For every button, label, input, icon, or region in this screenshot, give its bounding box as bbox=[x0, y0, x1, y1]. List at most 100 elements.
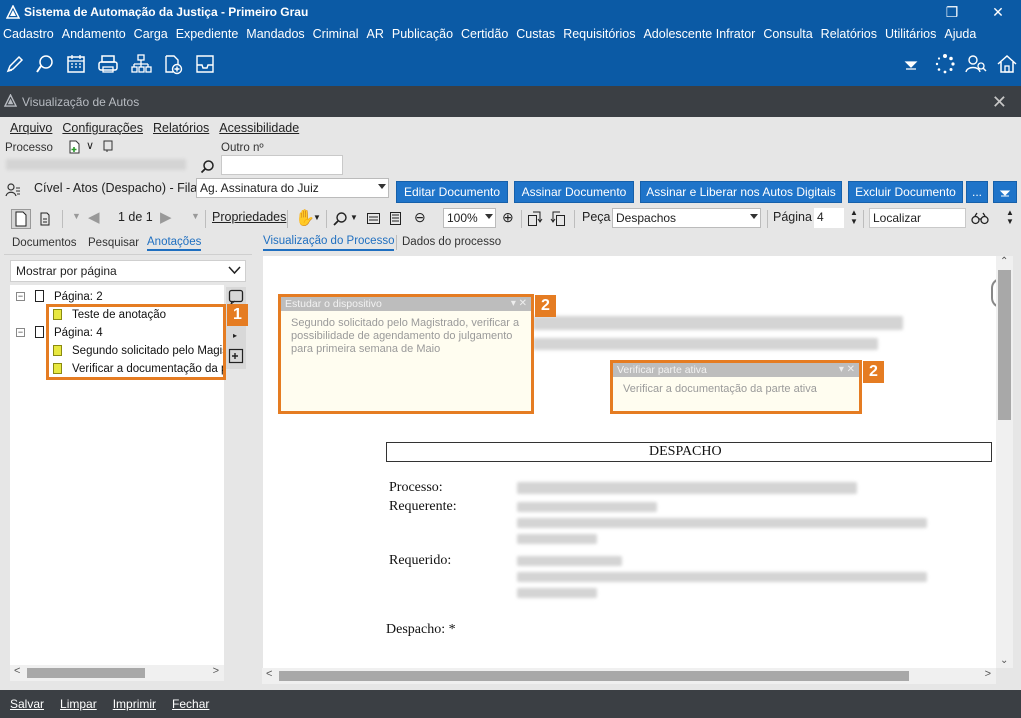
menu-expediente[interactable]: Expediente bbox=[173, 27, 244, 41]
menu-custas[interactable]: Custas bbox=[513, 27, 560, 41]
sticky-note-body[interactable]: Segundo solicitado pelo Magistrado, veri… bbox=[281, 311, 531, 362]
add-document-icon[interactable] bbox=[162, 53, 184, 75]
menu-criminal[interactable]: Criminal bbox=[310, 27, 364, 41]
scroll-thumb[interactable] bbox=[998, 270, 1011, 420]
menu-arquivo[interactable]: Arquivo bbox=[10, 121, 52, 135]
org-chart-icon[interactable] bbox=[130, 53, 152, 75]
tab-anotacoes[interactable]: Anotações bbox=[147, 236, 202, 251]
horizontal-scrollbar[interactable]: < > bbox=[262, 668, 996, 684]
collapse-icon[interactable]: − bbox=[16, 292, 25, 301]
horizontal-scrollbar[interactable]: < > bbox=[10, 665, 224, 681]
scroll-right-icon[interactable]: > bbox=[213, 665, 219, 677]
clear-button[interactable]: Limpar bbox=[60, 697, 97, 711]
menu-ar[interactable]: AR bbox=[364, 27, 389, 41]
search-icon[interactable] bbox=[200, 159, 215, 174]
last-page-icon[interactable]: ▼ bbox=[191, 211, 200, 221]
menu-mandados[interactable]: Mandados bbox=[243, 27, 309, 41]
close-button[interactable]: Fechar bbox=[172, 697, 209, 711]
sign-document-button[interactable]: Assinar Documento bbox=[514, 181, 634, 203]
menu-carga[interactable]: Carga bbox=[131, 27, 173, 41]
sticky-controls-icon[interactable]: ▾ ✕ bbox=[511, 297, 527, 311]
print-icon[interactable] bbox=[97, 53, 119, 75]
sticky-note-header[interactable]: Verificar parte ativa ▾ ✕ bbox=[613, 363, 859, 377]
piece-select[interactable]: Despachos bbox=[612, 208, 761, 228]
dropdown-arrow-icon[interactable] bbox=[900, 53, 922, 75]
search-input[interactable]: Localizar bbox=[869, 208, 966, 228]
close-icon[interactable]: ✕ bbox=[992, 92, 1007, 113]
process-number-field[interactable] bbox=[4, 155, 194, 175]
scroll-left-icon[interactable]: < bbox=[266, 668, 272, 680]
chevron-down-icon[interactable]: ▼ bbox=[313, 213, 321, 222]
vertical-scrollbar[interactable]: ⌃ ⌄ bbox=[996, 256, 1013, 668]
tree-page-2[interactable]: Página: 2 bbox=[54, 291, 103, 303]
menu-requisitorios[interactable]: Requisitórios bbox=[560, 27, 640, 41]
page-view-button[interactable] bbox=[11, 209, 31, 229]
menu-publicacao[interactable]: Publicação bbox=[389, 27, 458, 41]
queue-select[interactable]: Ag. Assinatura do Juiz bbox=[196, 178, 389, 198]
scroll-thumb[interactable] bbox=[279, 671, 909, 681]
home-icon[interactable] bbox=[996, 53, 1018, 75]
sticky-note-1[interactable]: Estudar o dispositivo ▾ ✕ Segundo solici… bbox=[278, 294, 534, 414]
tab-pesquisar[interactable]: Pesquisar bbox=[88, 237, 139, 249]
zoom-out-icon[interactable]: ⊖ bbox=[414, 209, 426, 226]
sign-release-button[interactable]: Assinar e Liberar nos Autos Digitais bbox=[640, 181, 842, 203]
menu-certidao[interactable]: Certidão bbox=[458, 27, 513, 41]
edit-icon[interactable] bbox=[4, 53, 26, 75]
edit-document-button[interactable]: Editar Documento bbox=[396, 181, 508, 203]
tab-dados-processo[interactable]: Dados do processo bbox=[402, 236, 501, 248]
other-number-input[interactable] bbox=[221, 155, 343, 175]
bookmark-icon[interactable] bbox=[102, 140, 114, 153]
collapse-button[interactable] bbox=[993, 181, 1017, 203]
note-add-icon[interactable] bbox=[228, 289, 244, 305]
chevron-down-icon[interactable]: ∨ bbox=[86, 139, 94, 152]
sticky-note-2[interactable]: Verificar parte ativa ▾ ✕ Verificar a do… bbox=[610, 360, 862, 414]
page-spinner-icon[interactable]: ▲ ▼ bbox=[850, 208, 858, 226]
chevron-down-icon[interactable]: ▼ bbox=[350, 213, 358, 222]
search-balloon-icon[interactable] bbox=[34, 53, 56, 75]
menu-relatorios-inner[interactable]: Relatórios bbox=[153, 121, 209, 135]
zoom-select[interactable]: 100% bbox=[443, 208, 496, 228]
prev-page-icon[interactable]: ◀ bbox=[88, 208, 100, 226]
page-number-input[interactable]: 4 bbox=[814, 208, 844, 228]
sticky-note-header[interactable]: Estudar o dispositivo ▾ ✕ bbox=[281, 297, 531, 311]
calendar-icon[interactable] bbox=[65, 53, 87, 75]
scroll-up-icon[interactable]: ⌃ bbox=[1000, 256, 1008, 267]
menu-configuracoes[interactable]: Configurações bbox=[62, 121, 143, 135]
menu-adolescente-infrator[interactable]: Adolescente Infrator bbox=[640, 27, 760, 41]
menu-acessibilidade[interactable]: Acessibilidade bbox=[219, 121, 299, 135]
sticky-note-body[interactable]: Verificar a documentação da parte ativa bbox=[613, 377, 859, 402]
next-page-icon[interactable]: ▶ bbox=[160, 208, 172, 226]
menu-cadastro[interactable]: Cadastro bbox=[0, 27, 59, 41]
note-insert-icon[interactable] bbox=[228, 348, 244, 364]
properties-button[interactable]: Propriedades bbox=[212, 210, 286, 224]
tab-documentos[interactable]: Documentos bbox=[12, 237, 77, 249]
menu-utilitarios[interactable]: Utilitários bbox=[882, 27, 941, 41]
sticky-controls-icon[interactable]: ▾ ✕ bbox=[839, 363, 855, 377]
scroll-thumb[interactable] bbox=[27, 668, 145, 678]
menu-ajuda[interactable]: Ajuda bbox=[941, 27, 981, 41]
menu-consulta[interactable]: Consulta bbox=[760, 27, 817, 41]
scroll-down-icon[interactable]: ⌄ bbox=[1000, 655, 1008, 666]
fit-page-icon[interactable] bbox=[388, 211, 403, 226]
fit-width-icon[interactable] bbox=[366, 211, 381, 226]
menu-relatorios[interactable]: Relatórios bbox=[818, 27, 882, 41]
hand-tool-icon[interactable]: ✋ bbox=[295, 208, 315, 228]
arrow-right-icon[interactable]: ▸ bbox=[233, 331, 237, 340]
tab-visualizacao[interactable]: Visualização do Processo bbox=[263, 235, 395, 251]
first-page-icon[interactable]: ▼ bbox=[72, 211, 81, 221]
close-icon[interactable]: ✕ bbox=[975, 0, 1021, 24]
collapse-icon[interactable]: − bbox=[16, 328, 25, 337]
rotate-left-icon[interactable] bbox=[527, 210, 544, 227]
users-icon[interactable] bbox=[965, 53, 987, 75]
more-options-icon[interactable]: ▲ ▼ bbox=[1006, 208, 1014, 226]
scroll-right-icon[interactable]: > bbox=[985, 668, 991, 680]
zoom-icon[interactable] bbox=[332, 211, 348, 227]
scroll-left-icon[interactable]: < bbox=[14, 665, 20, 677]
rotate-right-icon[interactable] bbox=[549, 210, 566, 227]
restore-icon[interactable]: ❐ bbox=[929, 0, 975, 24]
new-document-icon[interactable] bbox=[68, 140, 82, 154]
menu-andamento[interactable]: Andamento bbox=[59, 27, 131, 41]
delete-document-button[interactable]: Excluir Documento bbox=[848, 181, 963, 203]
show-by-select[interactable]: Mostrar por página bbox=[10, 260, 246, 282]
save-button[interactable]: Salvar bbox=[10, 697, 44, 711]
